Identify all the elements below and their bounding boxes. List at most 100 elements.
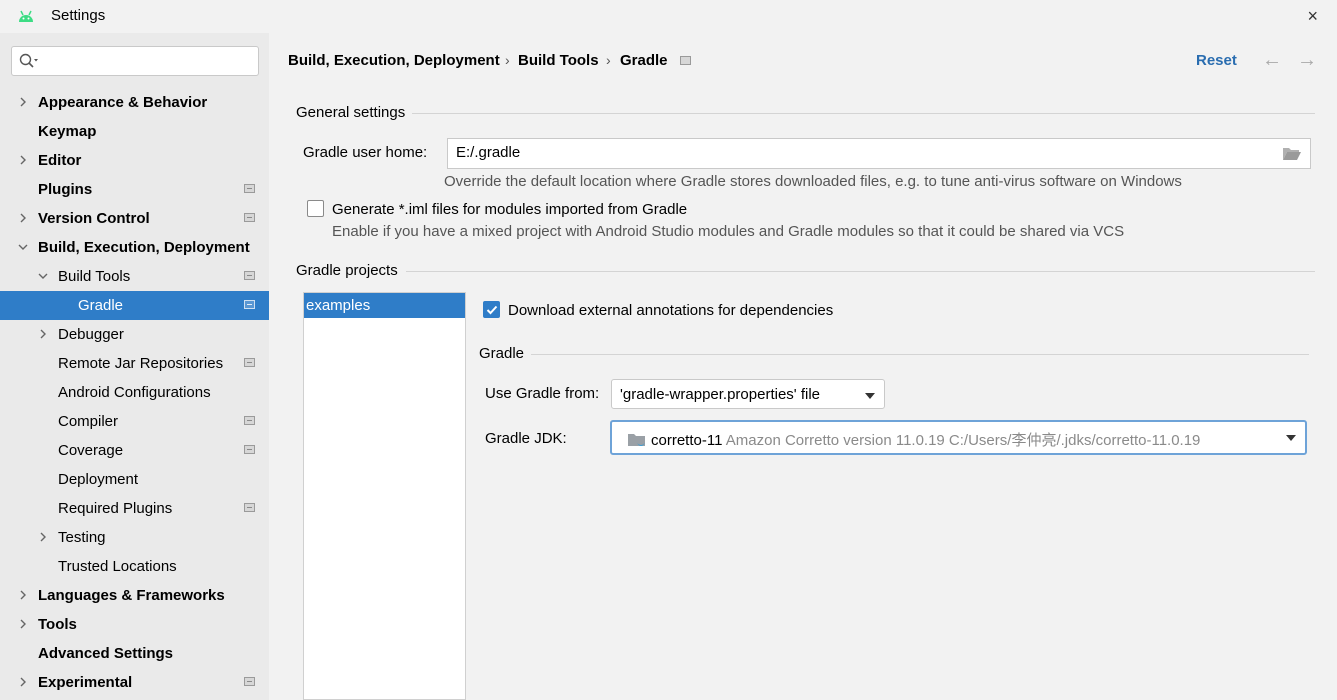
divider [406,271,1315,272]
chevron-right-icon[interactable] [38,532,48,542]
sidebar-item-label: Editor [38,152,82,169]
sidebar-item-trusted-locations[interactable]: Trusted Locations [0,552,269,581]
divider [412,113,1315,114]
gradle-user-home-field[interactable]: E:/.gradle [447,138,1311,169]
project-level-icon [244,358,255,367]
sidebar-item-experimental[interactable]: Experimental [0,668,269,697]
sidebar-item-compiler[interactable]: Compiler [0,407,269,436]
forward-arrow-icon[interactable]: → [1297,49,1317,72]
project-level-icon [244,445,255,454]
gradle-jdk-select[interactable]: corretto-11 Amazon Corretto version 11.0… [610,420,1307,455]
general-settings-title: General settings [296,104,406,121]
use-gradle-from-label: Use Gradle from: [485,385,600,402]
breadcrumb-separator: › [606,52,611,68]
chevron-down-icon [865,393,875,399]
sidebar-item-label: Testing [58,529,106,546]
chevron-right-icon[interactable] [38,329,48,339]
back-arrow-icon[interactable]: ← [1262,49,1282,72]
sidebar-item-label: Deployment [58,471,139,488]
sidebar-item-label: Gradle [78,297,124,314]
gradle-projects-title: Gradle projects [296,262,398,279]
sidebar-item-deployment[interactable]: Deployment [0,465,269,494]
project-level-icon [244,677,255,686]
project-level-icon [244,213,255,222]
search-input[interactable] [11,46,259,76]
sidebar-item-tools[interactable]: Tools [0,610,269,639]
download-annotations-label[interactable]: Download external annotations for depend… [508,302,833,319]
sidebar-item-label: Compiler [58,413,119,430]
sidebar-item-label: Experimental [38,674,133,691]
sidebar-item-appearance-behavior[interactable]: Appearance & Behavior [0,88,269,117]
sidebar-item-remote-jar-repositories[interactable]: Remote Jar Repositories [0,349,269,378]
gradle-user-home-label: Gradle user home: [303,144,428,161]
android-icon [19,10,33,22]
breadcrumb-build-execution-deployment[interactable]: Build, Execution, Deployment [288,52,500,69]
sidebar-item-label: Version Control [38,210,150,227]
project-level-icon [680,56,691,65]
sidebar-item-label: Coverage [58,442,124,459]
chevron-right-icon[interactable] [18,213,28,223]
jdk-folder-icon [628,434,645,446]
title-bar: Settings × [0,0,1337,33]
breadcrumb-gradle: Gradle [620,52,668,69]
search-icon [19,53,38,68]
chevron-right-icon[interactable] [18,677,28,687]
project-level-icon [244,184,255,193]
project-level-icon [244,503,255,512]
sidebar-item-version-control[interactable]: Version Control [0,204,269,233]
chevron-down-icon[interactable] [38,271,48,281]
sidebar-item-plugins[interactable]: Plugins [0,175,269,204]
gradle-projects-list: examples [303,292,466,700]
sidebar-item-keymap[interactable]: Keymap [0,117,269,146]
jdk-detail: Amazon Corretto version 11.0.19 C:/Users… [725,432,1201,449]
list-item[interactable]: examples [304,293,465,318]
sidebar-item-build-tools[interactable]: Build Tools [0,262,269,291]
sidebar-item-debugger[interactable]: Debugger [0,320,269,349]
window-title: Settings [51,7,106,24]
reset-button[interactable]: Reset [1196,52,1237,69]
sidebar-item-label: Tools [38,616,77,633]
project-level-icon [244,271,255,280]
generate-iml-label[interactable]: Generate *.iml files for modules importe… [332,201,687,218]
gradle-jdk-value: corretto-11 Amazon Corretto version 11.0… [651,429,1200,450]
use-gradle-from-value: 'gradle-wrapper.properties' file [620,386,820,403]
chevron-right-icon[interactable] [18,155,28,165]
chevron-right-icon[interactable] [18,619,28,629]
gradle-jdk-label: Gradle JDK: [485,430,567,447]
sidebar-item-editor[interactable]: Editor [0,146,269,175]
chevron-down-icon [1286,435,1296,441]
sidebar-item-label: Required Plugins [58,500,173,517]
sidebar-item-label: Build, Execution, Deployment [38,239,250,256]
sidebar-item-required-plugins[interactable]: Required Plugins [0,494,269,523]
check-icon [486,305,498,315]
settings-sidebar: Appearance & Behavior Keymap Editor Plugins… [0,33,269,700]
gradle-user-home-value: E:/.gradle [456,144,521,161]
gradle-user-home-hint: Override the default location where Grad… [444,173,1182,190]
sidebar-item-label: Remote Jar Repositories [58,355,224,372]
sidebar-item-languages-frameworks[interactable]: Languages & Frameworks [0,581,269,610]
chevron-right-icon[interactable] [18,590,28,600]
browse-folder-icon[interactable] [1282,146,1302,161]
sidebar-item-gradle[interactable]: Gradle [0,291,269,320]
sidebar-item-build-execution-deployment[interactable]: Build, Execution, Deployment [0,233,269,262]
breadcrumb-build-tools[interactable]: Build Tools [518,52,599,69]
sidebar-item-label: Android Configurations [58,384,211,401]
chevron-down-icon[interactable] [18,242,28,252]
breadcrumb-separator: › [505,52,510,68]
sidebar-item-label: Build Tools [58,268,131,285]
sidebar-item-testing[interactable]: Testing [0,523,269,552]
generate-iml-hint: Enable if you have a mixed project with … [332,223,1125,240]
chevron-right-icon[interactable] [18,97,28,107]
divider [531,354,1309,355]
use-gradle-from-select[interactable]: 'gradle-wrapper.properties' file [611,379,885,409]
sidebar-item-advanced-settings[interactable]: Advanced Settings [0,639,269,668]
close-icon[interactable]: × [1307,6,1318,27]
generate-iml-checkbox[interactable] [307,200,324,217]
sidebar-item-android-configurations[interactable]: Android Configurations [0,378,269,407]
sidebar-item-coverage[interactable]: Coverage [0,436,269,465]
sidebar-item-label: Appearance & Behavior [38,94,208,111]
gradle-subsection-title: Gradle [479,345,525,362]
sidebar-item-label: Plugins [38,181,93,198]
download-annotations-checkbox[interactable] [483,301,500,318]
project-level-icon [244,416,255,425]
